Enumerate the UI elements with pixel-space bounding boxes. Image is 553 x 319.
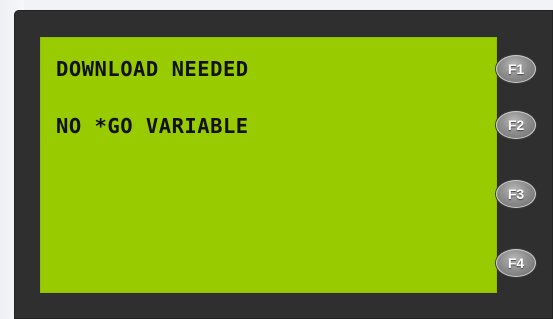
f2-label: F2 bbox=[507, 117, 525, 133]
display-line-2: NO *GO VARIABLE bbox=[56, 114, 249, 138]
display-line-1: DOWNLOAD NEEDED bbox=[56, 57, 249, 81]
lcd-display: DOWNLOAD NEEDED NO *GO VARIABLE bbox=[40, 37, 497, 293]
f3-label: F3 bbox=[507, 186, 525, 202]
f3-button[interactable]: F3 bbox=[496, 180, 536, 208]
hmi-device: DOWNLOAD NEEDED NO *GO VARIABLE bbox=[14, 10, 553, 319]
f4-button[interactable]: F4 bbox=[496, 249, 536, 277]
f4-label: F4 bbox=[507, 255, 525, 271]
f1-label: F1 bbox=[507, 61, 525, 77]
f2-button[interactable]: F2 bbox=[496, 111, 536, 139]
f1-button[interactable]: F1 bbox=[496, 55, 536, 83]
